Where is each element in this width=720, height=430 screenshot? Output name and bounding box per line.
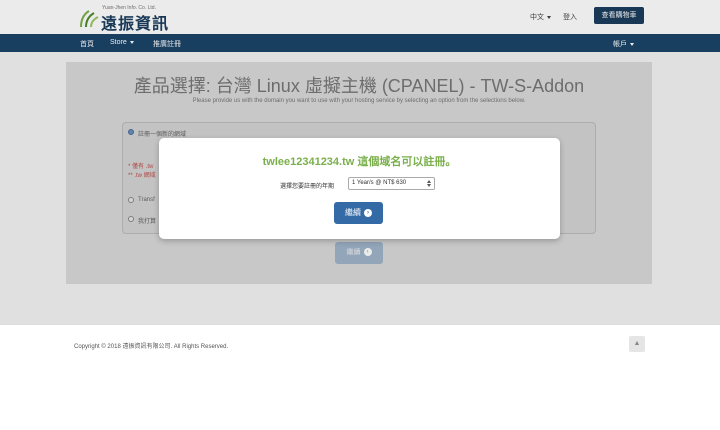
note-line-2: ** .tw 網域 xyxy=(128,173,156,179)
own-domain-radio[interactable] xyxy=(128,216,134,222)
arrow-right-icon: › xyxy=(364,208,372,217)
background-continue-button[interactable]: 繼續 › xyxy=(335,242,383,264)
chevron-down-icon xyxy=(129,40,134,44)
chevron-down-icon xyxy=(630,42,634,46)
note-line-1: * 僅有 .tw xyxy=(128,164,154,170)
nav-home[interactable]: 首頁 xyxy=(80,39,94,49)
footer: Copyright © 2018 遠振資訊有限公司. All Rights Re… xyxy=(0,324,720,430)
registration-period-select[interactable]: 1 Year/s @ NT$ 630 xyxy=(348,177,435,190)
modal-title: twlee12341234.tw 這個域名可以註冊。 xyxy=(262,156,457,168)
transfer-option-label: Transf xyxy=(138,197,155,203)
nav-account-label: 帳戶 xyxy=(613,41,627,48)
register-radio[interactable] xyxy=(128,129,134,135)
view-cart-button[interactable]: 查看購物車 xyxy=(594,7,644,24)
logo-text: 遠振資訊 xyxy=(101,16,170,33)
domain-available-modal: twlee12341234.tw 這個域名可以註冊。 選擇您要註冊的年期 1 Y… xyxy=(159,138,560,239)
nav-promo[interactable]: 推廣註冊 xyxy=(153,39,181,49)
period-selected-value: 1 Year/s @ NT$ 630 xyxy=(352,180,407,186)
chevron-up-icon: ▲ xyxy=(633,340,641,347)
transfer-radio[interactable] xyxy=(128,197,134,203)
arrow-right-icon: › xyxy=(363,248,372,257)
logo-icon xyxy=(80,10,99,28)
language-label: 中文 xyxy=(530,14,544,21)
page-subtitle: Please provide us with the domain you wa… xyxy=(192,98,526,104)
select-arrows-icon xyxy=(427,180,431,187)
language-selector[interactable]: 中文 xyxy=(530,12,551,22)
nav-store-label: Store xyxy=(110,39,127,46)
nav-account[interactable]: 帳戶 xyxy=(613,39,634,49)
top-bar: Yuan-Jhen Info. Co. Ltd. 遠振資訊 中文 登入 查看購物… xyxy=(0,0,720,34)
back-to-top-button[interactable]: ▲ xyxy=(629,336,645,352)
modal-continue-button[interactable]: 繼續 › xyxy=(334,202,383,224)
footer-copyright: Copyright © 2018 遠振資訊有限公司. All Rights Re… xyxy=(74,344,229,350)
modal-continue-label: 繼續 xyxy=(345,208,361,217)
login-link[interactable]: 登入 xyxy=(563,12,577,22)
own-domain-option-label: 我打算 xyxy=(138,219,157,225)
background-continue-label: 繼續 xyxy=(346,249,361,256)
register-option-label: 註冊一個新的網域 xyxy=(138,132,187,138)
registration-period-label: 選擇您要註冊的年期 xyxy=(280,184,335,190)
chevron-down-icon xyxy=(547,15,551,19)
nav-store[interactable]: Store xyxy=(110,39,134,46)
page-title: 產品選擇: 台灣 Linux 虛擬主機 (CPANEL) - TW-S-Addo… xyxy=(133,76,585,96)
main-nav: 首頁 Store 推廣註冊 帳戶 xyxy=(0,34,720,52)
